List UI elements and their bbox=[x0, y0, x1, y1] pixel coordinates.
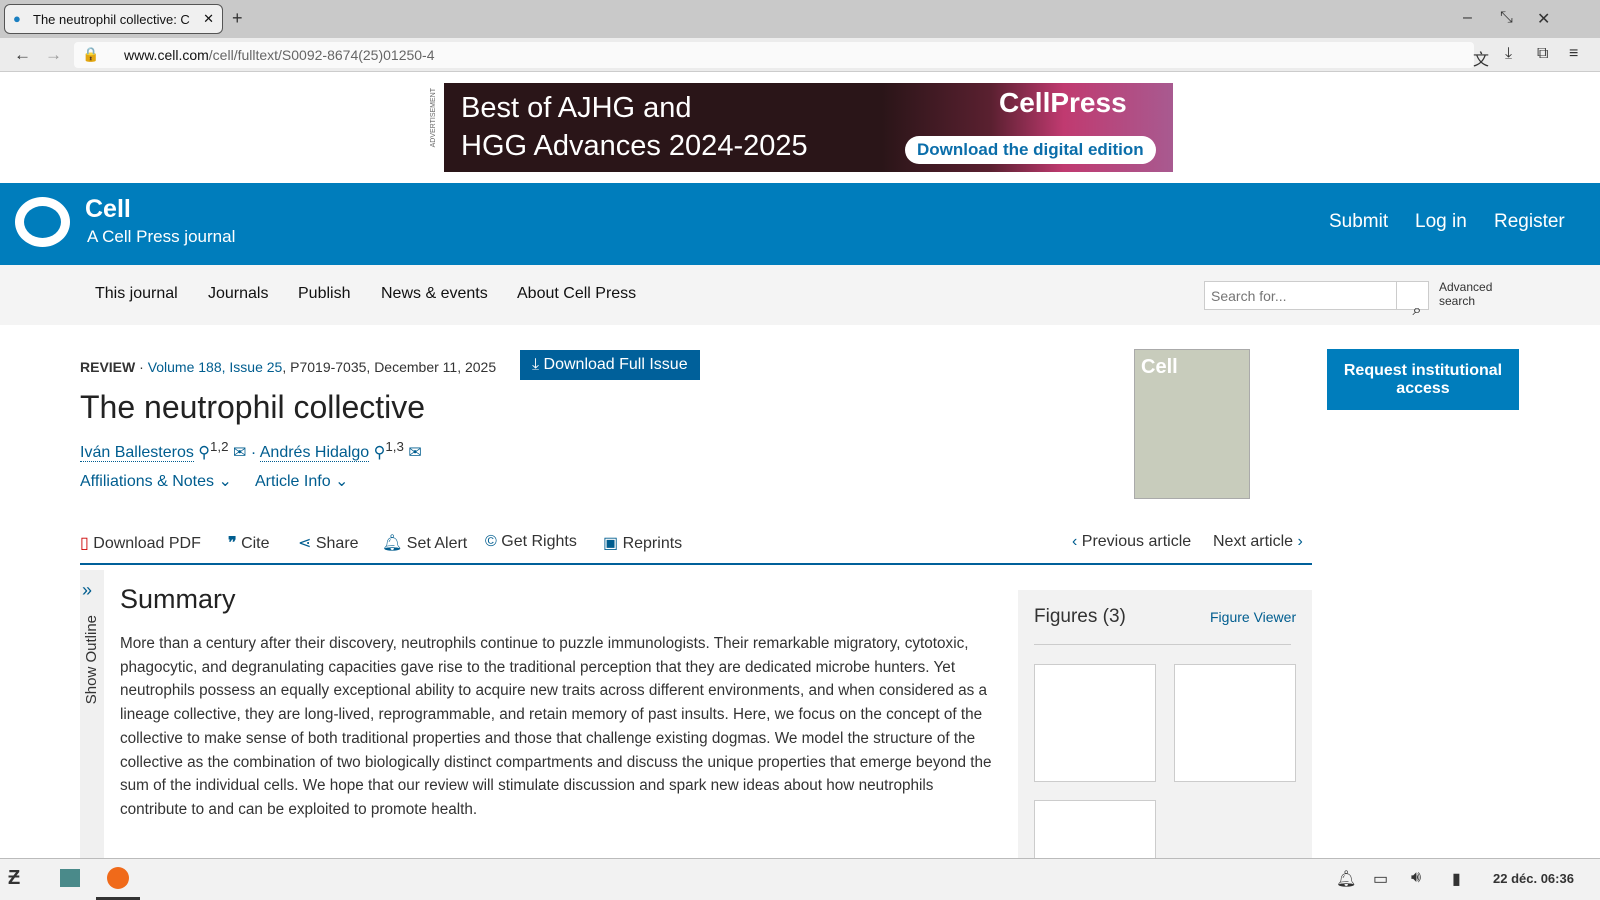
outline-sidebar[interactable]: » Show Outline bbox=[80, 570, 104, 860]
summary-text: More than a century after their discover… bbox=[120, 635, 992, 818]
affiliations-toggle[interactable]: Affiliations & Notes ⌄ bbox=[80, 471, 232, 491]
file-manager-icon[interactable] bbox=[60, 869, 80, 887]
nav-about[interactable]: About Cell Press bbox=[517, 285, 636, 303]
person-icon: ⚲ bbox=[373, 444, 386, 462]
next-article-link[interactable]: Next article › bbox=[1213, 533, 1303, 551]
lock-icon: 🔒 bbox=[82, 46, 100, 62]
share-icon: ⋖ bbox=[298, 535, 312, 552]
share-button[interactable]: ⋖ Share bbox=[298, 533, 359, 553]
article-title: The neutrophil collective bbox=[80, 389, 426, 425]
author-link[interactable]: Iván Ballesteros bbox=[80, 444, 194, 463]
chevron-right-icon: › bbox=[1297, 533, 1303, 550]
show-outline-label[interactable]: Show Outline bbox=[83, 615, 100, 704]
site-header: Cell A Cell Press journal Submit Log in … bbox=[0, 183, 1600, 265]
email-icon[interactable]: ✉ bbox=[233, 444, 246, 461]
issue-cover-image[interactable]: Cell bbox=[1134, 349, 1250, 499]
chevron-left-icon: ‹ bbox=[1072, 533, 1078, 550]
tab-title: The neutrophil collective: C bbox=[33, 12, 190, 27]
article-type: REVIEW bbox=[80, 359, 136, 375]
address-bar[interactable]: 🔒 www.cell.com/cell/fulltext/S0092-8674(2… bbox=[74, 42, 1474, 68]
system-menu-icon[interactable]: Ƶ bbox=[8, 867, 20, 890]
nav-news-events[interactable]: News & events bbox=[381, 285, 488, 303]
main-nav: This journal Journals Publish News & eve… bbox=[0, 265, 1600, 325]
advanced-search-link[interactable]: Advanced search bbox=[1439, 280, 1492, 308]
nav-journals[interactable]: Journals bbox=[208, 285, 268, 303]
cite-button[interactable]: ❞ Cite bbox=[228, 533, 270, 553]
article-info-toggle[interactable]: Article Info ⌄ bbox=[255, 471, 348, 491]
get-rights-button[interactable]: © Get Rights bbox=[485, 533, 577, 551]
bell-icon: 🔔︎ bbox=[382, 535, 403, 552]
downloads-icon[interactable]: ⤓ bbox=[1505, 45, 1512, 63]
figure-thumbnail[interactable] bbox=[1034, 800, 1156, 860]
forward-button[interactable]: → bbox=[45, 45, 62, 65]
figure-viewer-link[interactable]: Figure Viewer bbox=[1210, 609, 1296, 625]
minimize-button[interactable]: – bbox=[1463, 9, 1472, 27]
person-icon: ⚲ bbox=[198, 444, 211, 462]
notifications-icon[interactable]: 🔔︎ bbox=[1336, 869, 1356, 889]
nav-publish[interactable]: Publish bbox=[298, 285, 350, 303]
journal-subtitle: A Cell Press journal bbox=[87, 227, 236, 246]
search-icon: ⌕ bbox=[1412, 302, 1422, 319]
register-link[interactable]: Register bbox=[1494, 211, 1565, 233]
figure-thumbnail[interactable] bbox=[1034, 664, 1156, 782]
summary-heading: Summary bbox=[120, 584, 236, 614]
cell-logo-icon[interactable] bbox=[15, 197, 70, 247]
author-list: Iván Ballesteros ⚲1,2 ✉ · Andrés Hidalgo… bbox=[80, 439, 422, 463]
translate-icon[interactable]: 文 bbox=[1473, 46, 1489, 70]
restore-button[interactable]: ⤡ bbox=[1500, 9, 1513, 27]
advertisement-banner[interactable]: Best of AJHG and HGG Advances 2024-2025 C… bbox=[444, 83, 1173, 172]
article-pages: , P7019-7035, December 11, 2025 bbox=[282, 359, 497, 375]
battery-icon[interactable]: ▮ bbox=[1452, 869, 1461, 889]
ad-brand-logo: CellPress bbox=[999, 87, 1127, 118]
search-input[interactable] bbox=[1204, 281, 1397, 310]
navigation-bar: ← → 🔒 www.cell.com/cell/fulltext/S0092-86… bbox=[0, 38, 1600, 72]
copyright-icon: © bbox=[485, 533, 497, 550]
quote-icon: ❞ bbox=[228, 535, 237, 552]
expand-outline-icon[interactable]: » bbox=[82, 580, 92, 601]
download-full-issue-button[interactable]: ⤓ Download Full Issue bbox=[520, 350, 700, 380]
tab-bar: ● The neutrophil collective: C ✕ + – ⤡ ✕ bbox=[0, 0, 1600, 38]
url-domain: www.cell.com bbox=[124, 47, 209, 63]
clock[interactable]: 22 déc. 06:36 bbox=[1493, 871, 1574, 886]
nav-this-journal[interactable]: This journal bbox=[95, 285, 178, 303]
download-pdf-button[interactable]: ▯ Download PDF bbox=[80, 533, 201, 553]
display-icon[interactable]: ▭ bbox=[1373, 869, 1388, 889]
back-button[interactable]: ← bbox=[14, 45, 31, 65]
taskbar: Ƶ 🔔︎ ▭ 🔊︎ ▮ 22 déc. 06:36 bbox=[0, 858, 1600, 900]
new-tab-button[interactable]: + bbox=[232, 8, 243, 29]
browser-tab[interactable]: ● The neutrophil collective: C ✕ bbox=[4, 4, 223, 34]
ad-cta-button[interactable]: Download the digital edition bbox=[905, 136, 1156, 164]
close-tab-icon[interactable]: ✕ bbox=[203, 11, 214, 27]
volume-link[interactable]: Volume 188, Issue 25 bbox=[148, 359, 283, 375]
author-link[interactable]: Andrés Hidalgo bbox=[259, 444, 370, 463]
url-path: /cell/fulltext/S0092-8674(25)01250-4 bbox=[208, 47, 435, 63]
extensions-icon[interactable]: ⧉ bbox=[1537, 45, 1548, 63]
reprints-button[interactable]: ▣ Reprints bbox=[603, 533, 682, 553]
volume-icon[interactable]: 🔊︎ bbox=[1411, 869, 1421, 887]
figures-heading: Figures (3) bbox=[1034, 606, 1126, 627]
email-icon[interactable]: ✉ bbox=[408, 444, 421, 461]
ad-line1: Best of AJHG and bbox=[461, 92, 692, 124]
journal-logo[interactable]: Cell bbox=[85, 195, 131, 224]
previous-article-link[interactable]: ‹ Previous article bbox=[1072, 533, 1191, 551]
close-window-button[interactable]: ✕ bbox=[1537, 9, 1550, 29]
firefox-icon[interactable] bbox=[107, 867, 129, 889]
divider bbox=[80, 563, 1312, 565]
ad-label: ADVERTISEMENT bbox=[430, 88, 437, 148]
submit-link[interactable]: Submit bbox=[1329, 211, 1388, 233]
cell-favicon-icon: ● bbox=[13, 11, 21, 26]
ad-line2: HGG Advances 2024-2025 bbox=[461, 130, 808, 162]
menu-icon[interactable]: ≡ bbox=[1569, 45, 1578, 63]
set-alert-button[interactable]: 🔔︎ Set Alert bbox=[382, 533, 467, 553]
pdf-icon: ▯ bbox=[80, 535, 89, 552]
reprints-icon: ▣ bbox=[603, 535, 619, 552]
request-access-button[interactable]: Request institutional access bbox=[1327, 349, 1519, 410]
figures-panel: Figures (3) Figure Viewer bbox=[1018, 590, 1312, 860]
search-button[interactable]: ⌕ bbox=[1396, 281, 1429, 319]
figure-thumbnail[interactable] bbox=[1174, 664, 1296, 782]
login-link[interactable]: Log in bbox=[1415, 211, 1467, 233]
